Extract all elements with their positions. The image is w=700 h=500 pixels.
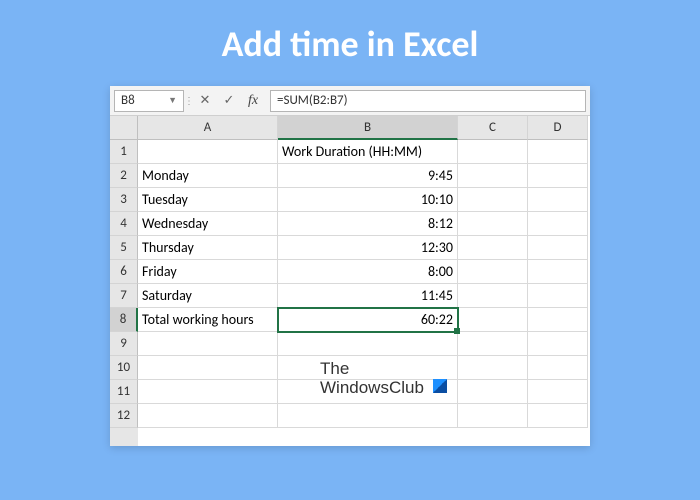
cell-D11[interactable] [528,380,588,404]
x-icon: ✕ [200,93,211,108]
cell-C7[interactable] [458,284,528,308]
row-header-2[interactable]: 2 [110,164,138,188]
name-box-resize-handle[interactable]: ⋮ [186,90,192,112]
cell-A1[interactable] [138,140,278,164]
cell-A7[interactable]: Saturday [138,284,278,308]
row-12 [138,404,590,428]
cell-C11[interactable] [458,380,528,404]
row-header-10[interactable]: 10 [110,356,138,380]
cell-D12[interactable] [528,404,588,428]
row-header-3[interactable]: 3 [110,188,138,212]
row-header-9[interactable]: 9 [110,332,138,356]
row-9 [138,332,590,356]
row-header-6[interactable]: 6 [110,260,138,284]
cell-A11[interactable] [138,380,278,404]
row-header-8[interactable]: 8 [110,308,138,332]
cancel-formula-button[interactable]: ✕ [194,90,216,112]
cell-C2[interactable] [458,164,528,188]
cell-B10[interactable] [278,356,458,380]
cell-A8[interactable]: Total working hours [138,308,278,332]
fx-icon: fx [248,93,258,109]
row-headers: 1 2 3 4 5 6 7 8 9 10 11 12 [110,116,138,446]
cell-D2[interactable] [528,164,588,188]
row-1: Work Duration (HH:MM) [138,140,590,164]
check-icon: ✓ [224,93,235,108]
row-header-7[interactable]: 7 [110,284,138,308]
cell-A10[interactable] [138,356,278,380]
cell-D9[interactable] [528,332,588,356]
cell-A3[interactable]: Tuesday [138,188,278,212]
insert-function-button[interactable]: fx [242,90,264,112]
row-10 [138,356,590,380]
cell-B12[interactable] [278,404,458,428]
cell-D3[interactable] [528,188,588,212]
row-header-12[interactable]: 12 [110,404,138,428]
cell-C9[interactable] [458,332,528,356]
col-header-A[interactable]: A [138,116,278,140]
cell-D7[interactable] [528,284,588,308]
cell-B8[interactable]: 60:22 [278,308,458,332]
cell-C12[interactable] [458,404,528,428]
row-header-4[interactable]: 4 [110,212,138,236]
row-header-5[interactable]: 5 [110,236,138,260]
name-box-value: B8 [121,93,135,108]
col-header-C[interactable]: C [458,116,528,140]
cell-B3[interactable]: 10:10 [278,188,458,212]
cell-B4[interactable]: 8:12 [278,212,458,236]
column-headers: A B C D [138,116,590,140]
cell-C8[interactable] [458,308,528,332]
cell-D1[interactable] [528,140,588,164]
cell-A6[interactable]: Friday [138,260,278,284]
name-box[interactable]: B8 ▼ [114,90,184,112]
cell-D6[interactable] [528,260,588,284]
row-5: Thursday 12:30 [138,236,590,260]
grid-columns: A B C D Work Duration (HH:MM) Monday 9:4… [138,116,590,446]
cell-D8[interactable] [528,308,588,332]
cell-B11[interactable] [278,380,458,404]
select-all-corner[interactable] [110,116,138,140]
cell-B5[interactable]: 12:30 [278,236,458,260]
cell-C3[interactable] [458,188,528,212]
page-title: Add time in Excel [222,22,479,66]
row-header-11[interactable]: 11 [110,380,138,404]
cell-C4[interactable] [458,212,528,236]
excel-window: B8 ▼ ⋮ ✕ ✓ fx =SUM(B2:B7) 1 2 3 4 5 6 7 … [110,86,590,446]
cell-C6[interactable] [458,260,528,284]
spreadsheet-grid[interactable]: 1 2 3 4 5 6 7 8 9 10 11 12 A B C D Work … [110,116,590,446]
row-4: Wednesday 8:12 [138,212,590,236]
cell-A12[interactable] [138,404,278,428]
cell-B9[interactable] [278,332,458,356]
formula-bar: B8 ▼ ⋮ ✕ ✓ fx =SUM(B2:B7) [110,86,590,116]
cell-D4[interactable] [528,212,588,236]
cell-B1[interactable]: Work Duration (HH:MM) [278,140,458,164]
formula-input[interactable]: =SUM(B2:B7) [270,90,586,112]
cell-C5[interactable] [458,236,528,260]
row-7: Saturday 11:45 [138,284,590,308]
row-8: Total working hours 60:22 [138,308,590,332]
col-header-D[interactable]: D [528,116,588,140]
row-6: Friday 8:00 [138,260,590,284]
enter-formula-button[interactable]: ✓ [218,90,240,112]
cell-B8-value: 60:22 [421,311,453,328]
formula-input-value: =SUM(B2:B7) [277,93,348,108]
col-header-B[interactable]: B [278,116,458,140]
row-header-1[interactable]: 1 [110,140,138,164]
row-3: Tuesday 10:10 [138,188,590,212]
cell-C10[interactable] [458,356,528,380]
cell-C1[interactable] [458,140,528,164]
name-box-dropdown-icon[interactable]: ▼ [168,95,177,106]
row-11 [138,380,590,404]
cell-D10[interactable] [528,356,588,380]
cell-B7[interactable]: 11:45 [278,284,458,308]
cell-B2[interactable]: 9:45 [278,164,458,188]
cell-A4[interactable]: Wednesday [138,212,278,236]
row-2: Monday 9:45 [138,164,590,188]
cell-A2[interactable]: Monday [138,164,278,188]
fill-handle[interactable] [454,328,460,334]
cell-D5[interactable] [528,236,588,260]
cell-B6[interactable]: 8:00 [278,260,458,284]
cell-A5[interactable]: Thursday [138,236,278,260]
cell-A9[interactable] [138,332,278,356]
